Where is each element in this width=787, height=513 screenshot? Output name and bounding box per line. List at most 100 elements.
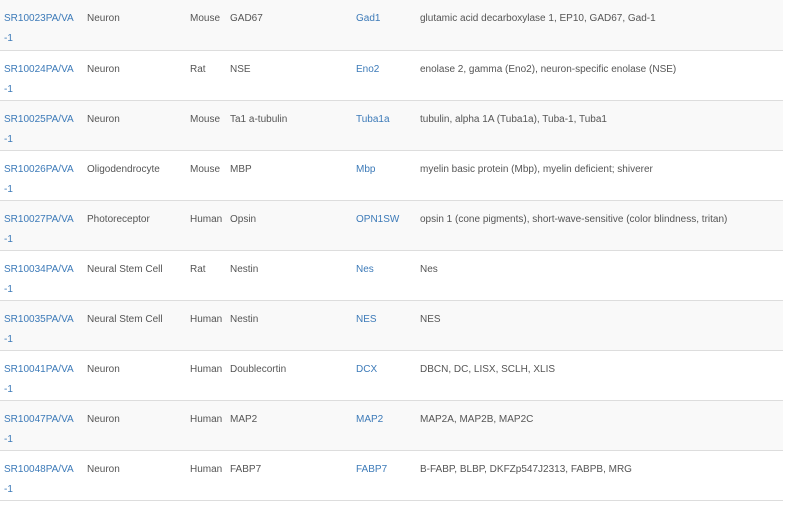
catalog-number-link[interactable]: SR10027PA/VA-1 (4, 210, 74, 250)
gene-symbol-link[interactable]: Eno2 (356, 64, 379, 75)
marker-text: Doublecortin (230, 363, 287, 375)
aliases-cell: enolase 2, gamma (Eno2), neuron-specific… (416, 50, 783, 101)
catalog-cell: SR10026PA/VA-1 (0, 150, 83, 201)
marker-cell: Nestin (226, 300, 352, 351)
table-row: SR10025PA/VA-1 Neuron Mouse Ta1 a-tubuli… (0, 100, 783, 151)
gene-aliases-text: NES (420, 313, 441, 325)
marker-text: Nestin (230, 263, 259, 275)
cell-type-text: Neuron (87, 463, 120, 475)
catalog-number-link[interactable]: SR10035PA/VA-1 (4, 310, 74, 350)
gene-aliases-text: DBCN, DC, LISX, SCLH, XLIS (420, 363, 556, 375)
catalog-cell: SR10027PA/VA-1 (0, 200, 83, 251)
gene-symbol-link[interactable]: Gad1 (356, 13, 380, 24)
catalog-cell: SR10023PA/VA-1 (0, 0, 83, 51)
gene-symbol-link[interactable]: Tuba1a (356, 114, 390, 125)
cell-type-text: Neuron (87, 113, 120, 125)
species-text: Rat (190, 263, 206, 275)
marker-cell: NSE (226, 50, 352, 101)
species-cell: Human (186, 200, 226, 251)
catalog-number-link[interactable]: SR10026PA/VA-1 (4, 160, 74, 200)
catalog-number-link[interactable]: SR10025PA/VA-1 (4, 110, 74, 150)
catalog-number-link[interactable]: SR10024PA/VA-1 (4, 60, 74, 100)
marker-text: Nestin (230, 313, 259, 325)
cell-type-cell: Neuron (83, 450, 186, 501)
marker-cell: GAD67 (226, 0, 352, 51)
gene-aliases-text: enolase 2, gamma (Eno2), neuron-specific… (420, 63, 677, 75)
gene-cell: Eno2 (352, 50, 416, 101)
table-row: SR10035PA/VA-1 Neural Stem Cell Human Ne… (0, 300, 783, 351)
gene-cell: FABP7 (352, 450, 416, 501)
catalog-cell: SR10048PA/VA-1 (0, 450, 83, 501)
aliases-cell: myelin basic protein (Mbp), myelin defic… (416, 150, 783, 201)
cell-type-cell: Neuron (83, 50, 186, 101)
catalog-cell: SR10035PA/VA-1 (0, 300, 83, 351)
gene-aliases-text: myelin basic protein (Mbp), myelin defic… (420, 163, 653, 175)
marker-text: Ta1 a-tubulin (230, 113, 288, 125)
catalog-cell: SR10024PA/VA-1 (0, 50, 83, 101)
species-text: Human (190, 363, 223, 375)
gene-symbol-link[interactable]: NES (356, 314, 377, 325)
gene-aliases-text: Nes (420, 263, 438, 275)
cell-type-text: Neural Stem Cell (87, 263, 163, 275)
species-cell: Human (186, 300, 226, 351)
gene-symbol-link[interactable]: Mbp (356, 164, 375, 175)
catalog-number-link[interactable]: SR10048PA/VA-1 (4, 460, 74, 500)
species-text: Human (190, 313, 223, 325)
species-cell: Human (186, 450, 226, 501)
marker-text: GAD67 (230, 13, 263, 24)
cell-type-text: Neuron (87, 413, 120, 425)
catalog-number-link[interactable]: SR10023PA/VA-1 (4, 9, 74, 49)
gene-aliases-text: tubulin, alpha 1A (Tuba1a), Tuba-1, Tuba… (420, 113, 607, 125)
species-text: Human (190, 463, 223, 475)
cell-type-cell: Neural Stem Cell (83, 250, 186, 301)
aliases-cell: glutamic acid decarboxylase 1, EP10, GAD… (416, 0, 783, 51)
catalog-number-link[interactable]: SR10047PA/VA-1 (4, 410, 74, 450)
table-row: SR10041PA/VA-1 Neuron Human Doublecortin… (0, 350, 783, 401)
gene-cell: Mbp (352, 150, 416, 201)
marker-cell: Nestin (226, 250, 352, 301)
gene-cell: NES (352, 300, 416, 351)
aliases-cell: tubulin, alpha 1A (Tuba1a), Tuba-1, Tuba… (416, 100, 783, 151)
product-table: SR10023PA/VA-1 Neuron Mouse GAD67 Gad1 g… (0, 0, 783, 501)
catalog-number-link[interactable]: SR10034PA/VA-1 (4, 260, 74, 300)
cell-type-cell: Neuron (83, 400, 186, 451)
table-row: SR10024PA/VA-1 Neuron Rat NSE Eno2 enola… (0, 50, 783, 101)
gene-aliases-text: B-FABP, BLBP, DKFZp547J2313, FABPB, MRG (420, 463, 632, 475)
aliases-cell: B-FABP, BLBP, DKFZp547J2313, FABPB, MRG (416, 450, 783, 501)
cell-type-text: Neural Stem Cell (87, 313, 163, 325)
cell-type-cell: Neuron (83, 350, 186, 401)
table-row: SR10027PA/VA-1 Photoreceptor Human Opsin… (0, 200, 783, 251)
cell-type-cell: Oligodendrocyte (83, 150, 186, 201)
species-cell: Mouse (186, 150, 226, 201)
marker-cell: Opsin (226, 200, 352, 251)
cell-type-text: Oligodendrocyte (87, 163, 160, 175)
cell-type-cell: Neuron (83, 0, 186, 51)
marker-text: FABP7 (230, 463, 262, 475)
gene-symbol-link[interactable]: DCX (356, 364, 377, 375)
gene-symbol-link[interactable]: FABP7 (356, 464, 387, 475)
table-row: SR10047PA/VA-1 Neuron Human MAP2 MAP2 MA… (0, 400, 783, 451)
cell-type-cell: Neural Stem Cell (83, 300, 186, 351)
aliases-cell: opsin 1 (cone pigments), short-wave-sens… (416, 200, 783, 251)
gene-symbol-link[interactable]: Nes (356, 264, 374, 275)
catalog-number-link[interactable]: SR10041PA/VA-1 (4, 360, 74, 400)
species-cell: Mouse (186, 100, 226, 151)
aliases-cell: Nes (416, 250, 783, 301)
gene-symbol-link[interactable]: MAP2 (356, 414, 383, 425)
gene-aliases-text: glutamic acid decarboxylase 1, EP10, GAD… (420, 13, 656, 24)
gene-cell: MAP2 (352, 400, 416, 451)
table-row: SR10023PA/VA-1 Neuron Mouse GAD67 Gad1 g… (0, 0, 783, 51)
gene-symbol-link[interactable]: OPN1SW (356, 214, 399, 225)
gene-aliases-text: MAP2A, MAP2B, MAP2C (420, 413, 534, 425)
marker-text: NSE (230, 63, 251, 75)
aliases-cell: DBCN, DC, LISX, SCLH, XLIS (416, 350, 783, 401)
cell-type-text: Neuron (87, 63, 120, 75)
aliases-cell: NES (416, 300, 783, 351)
gene-cell: Gad1 (352, 0, 416, 51)
marker-cell: MAP2 (226, 400, 352, 451)
table-row: SR10034PA/VA-1 Neural Stem Cell Rat Nest… (0, 250, 783, 301)
cell-type-text: Photoreceptor (87, 213, 150, 225)
gene-aliases-text: opsin 1 (cone pigments), short-wave-sens… (420, 213, 728, 225)
cell-type-text: Neuron (87, 13, 120, 24)
cell-type-text: Neuron (87, 363, 120, 375)
